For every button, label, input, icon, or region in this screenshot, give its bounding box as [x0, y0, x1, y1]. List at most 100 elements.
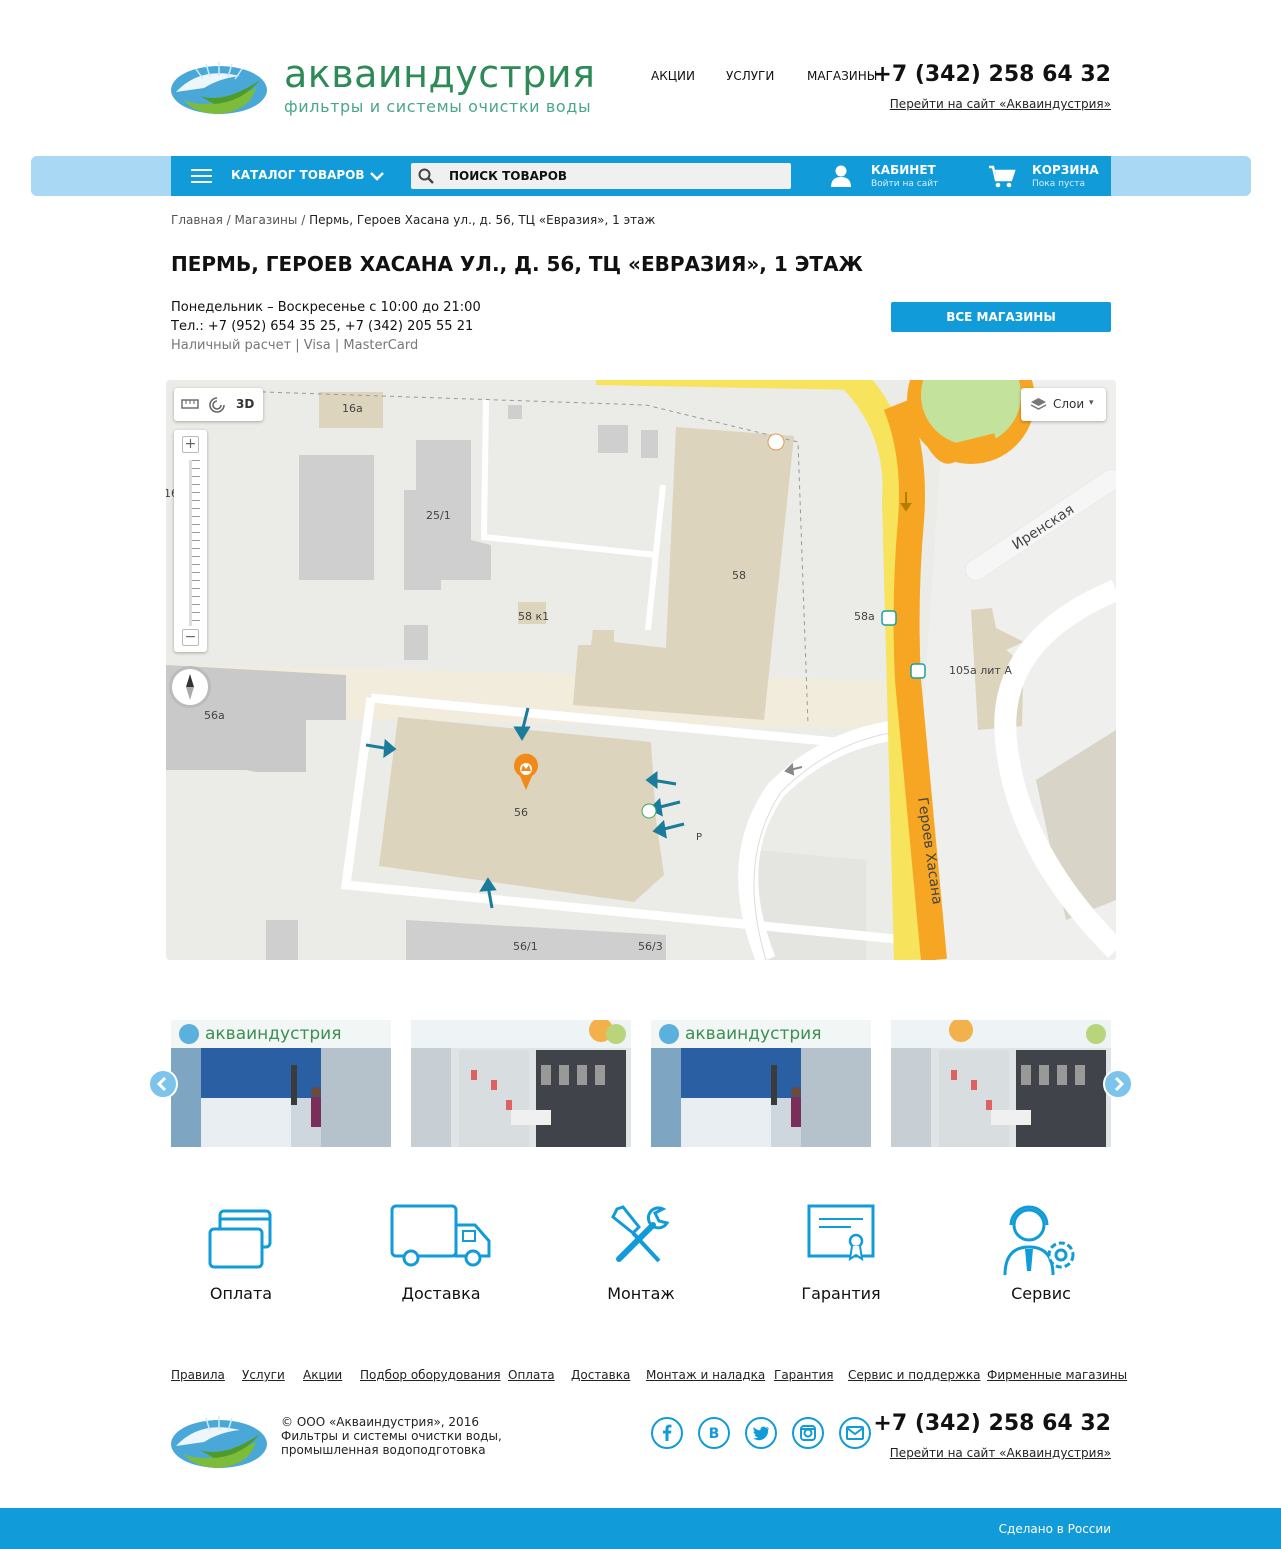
- service-support-label[interactable]: Сервис: [961, 1284, 1121, 1303]
- bottom-bar: Сделано в России: [0, 1508, 1281, 1549]
- service-payment-label[interactable]: Оплата: [161, 1284, 321, 1303]
- mail-icon[interactable]: [839, 1417, 871, 1449]
- map-3d-button[interactable]: 3D: [236, 397, 254, 411]
- service-delivery-label[interactable]: Доставка: [361, 1284, 521, 1303]
- nav-promotions[interactable]: АКЦИИ: [651, 69, 695, 83]
- map-label-105a: 105а лит А: [949, 664, 1012, 677]
- chevron-down-icon[interactable]: [369, 168, 385, 184]
- gallery-photo-1[interactable]: акваиндустрия: [171, 1020, 391, 1147]
- gallery-photo-3[interactable]: акваиндустрия: [651, 1020, 871, 1147]
- map-label-58a: 58а: [854, 610, 875, 623]
- cart-sub[interactable]: Пока пуста: [1032, 179, 1085, 189]
- footer-site-link[interactable]: Перейти на сайт «Акваиндустрия»: [890, 1446, 1111, 1460]
- footer-logo-icon[interactable]: [170, 1412, 268, 1470]
- footer-link-promotions[interactable]: Акции: [303, 1368, 342, 1382]
- map-label-25-1: 25/1: [426, 509, 451, 522]
- caret-down-icon: ▾: [1089, 398, 1094, 408]
- zoom-control: + −: [174, 430, 207, 652]
- search-box: [411, 163, 791, 189]
- layers-label: Слои: [1053, 397, 1085, 411]
- traffic-icon[interactable]: [208, 396, 226, 414]
- service-warranty[interactable]: [761, 1203, 921, 1263]
- gallery-prev-button[interactable]: [148, 1069, 178, 1099]
- copyright-text: © ООО «Акваиндустрия», 2016: [281, 1415, 479, 1429]
- made-in-russia: Сделано в России: [998, 1522, 1111, 1536]
- breadcrumb-home[interactable]: Главная: [171, 213, 223, 227]
- cart-icon[interactable]: [988, 165, 1016, 189]
- map-tools: 3D: [174, 388, 263, 421]
- nav-stores[interactable]: МАГАЗИНЫ: [807, 69, 877, 83]
- footer-link-services[interactable]: Услуги: [242, 1368, 285, 1382]
- zoom-out-button[interactable]: −: [182, 629, 199, 646]
- map-label-58: 58: [732, 569, 746, 582]
- layers-button[interactable]: Слои ▾: [1021, 388, 1106, 421]
- service-payment[interactable]: [161, 1203, 321, 1273]
- map-label-16a: 16а: [342, 402, 363, 415]
- service-installation-label[interactable]: Монтаж: [561, 1284, 721, 1303]
- layers-icon: [1030, 398, 1047, 410]
- cabinet-sub[interactable]: Войти на сайт: [871, 179, 938, 189]
- ruler-icon[interactable]: [181, 398, 199, 410]
- chevron-right-icon: [1114, 1076, 1125, 1092]
- instagram-icon[interactable]: [792, 1417, 824, 1449]
- zoom-in-button[interactable]: +: [182, 436, 199, 453]
- footer-desc-1: Фильтры и системы очистки воды,: [281, 1429, 502, 1443]
- map-label-56-1: 56/1: [513, 940, 538, 953]
- user-icon[interactable]: [829, 164, 853, 188]
- zoom-ticks: [192, 460, 200, 626]
- gallery-photo-2[interactable]: [411, 1020, 631, 1147]
- store-payments: Наличный расчет | Visa | MasterCard: [171, 338, 419, 353]
- store-map[interactable]: 16а 25/1 58 58 к1 58а 105а лит А 56а 56 …: [166, 380, 1116, 960]
- service-delivery[interactable]: [361, 1203, 521, 1267]
- footer-phone[interactable]: +7 (342) 258 64 32: [873, 1411, 1111, 1436]
- footer-link-warranty[interactable]: Гарантия: [774, 1368, 834, 1382]
- vk-icon[interactable]: В: [698, 1417, 730, 1449]
- brand-tagline: фильтры и системы очистки воды: [284, 97, 592, 116]
- cart-link[interactable]: КОРЗИНА: [1032, 163, 1099, 177]
- nav-services[interactable]: УСЛУГИ: [726, 69, 774, 83]
- compass-icon[interactable]: [169, 666, 211, 708]
- breadcrumb-stores[interactable]: Магазины: [235, 213, 298, 227]
- all-stores-button[interactable]: ВСЕ МАГАЗИНЫ: [891, 302, 1111, 332]
- footer-link-stores[interactable]: Фирменные магазины: [987, 1368, 1127, 1382]
- map-label-56a: 56а: [204, 709, 225, 722]
- footer-link-payment[interactable]: Оплата: [508, 1368, 555, 1382]
- certificate-icon: [807, 1204, 875, 1262]
- catalog-button[interactable]: КАТАЛОГ ТОВАРОВ: [231, 168, 365, 182]
- gallery-next-button[interactable]: [1103, 1069, 1133, 1099]
- page-title: ПЕРМЬ, ГЕРОЕВ ХАСАНА УЛ., Д. 56, ТЦ «ЕВР…: [171, 252, 864, 276]
- search-icon[interactable]: [418, 168, 434, 184]
- footer-link-installation[interactable]: Монтаж и наладка: [646, 1368, 765, 1382]
- gallery-photo-4[interactable]: [891, 1020, 1111, 1147]
- header-phone[interactable]: +7 (342) 258 64 32: [873, 62, 1111, 87]
- map-label-parking: P: [696, 832, 702, 843]
- store-hours: Понедельник – Воскресенье с 10:00 до 21:…: [171, 300, 481, 315]
- footer-link-equipment[interactable]: Подбор оборудования: [360, 1368, 501, 1382]
- building-left: [299, 455, 374, 580]
- footer-link-delivery[interactable]: Доставка: [571, 1368, 630, 1382]
- map-canvas[interactable]: 16а 25/1 58 58 к1 58а 105а лит А 56а 56 …: [166, 380, 1116, 960]
- map-label-58k1: 58 к1: [518, 610, 549, 623]
- header-site-link[interactable]: Перейти на сайт «Акваиндустрия»: [890, 97, 1111, 111]
- cards-icon: [208, 1209, 272, 1269]
- facebook-icon[interactable]: [651, 1417, 683, 1449]
- breadcrumb: Главная / Магазины / Пермь, Героев Хасан…: [171, 213, 656, 227]
- sign-text: акваиндустрия: [205, 1024, 341, 1044]
- twitter-icon[interactable]: [745, 1417, 777, 1449]
- service-warranty-label[interactable]: Гарантия: [761, 1284, 921, 1303]
- brand-name[interactable]: акваиндустрия: [284, 52, 595, 96]
- service-support[interactable]: [961, 1203, 1121, 1275]
- footer-link-support[interactable]: Сервис и поддержка: [848, 1368, 980, 1382]
- footer-link-rules[interactable]: Правила: [171, 1368, 225, 1382]
- support-agent-icon: [1003, 1205, 1075, 1275]
- service-installation[interactable]: [561, 1203, 721, 1267]
- breadcrumb-current: Пермь, Героев Хасана ул., д. 56, ТЦ «Евр…: [309, 213, 656, 227]
- truck-icon: [390, 1204, 491, 1267]
- hamburger-icon[interactable]: [191, 169, 212, 183]
- cabinet-link[interactable]: КАБИНЕТ: [871, 163, 936, 177]
- tools-icon: [611, 1205, 670, 1263]
- footer-copyright: © ООО «Акваиндустрия», 2016 Фильтры и си…: [281, 1415, 502, 1457]
- search-input[interactable]: [449, 166, 779, 186]
- map-label-56: 56: [514, 806, 528, 819]
- logo-icon[interactable]: [170, 58, 268, 116]
